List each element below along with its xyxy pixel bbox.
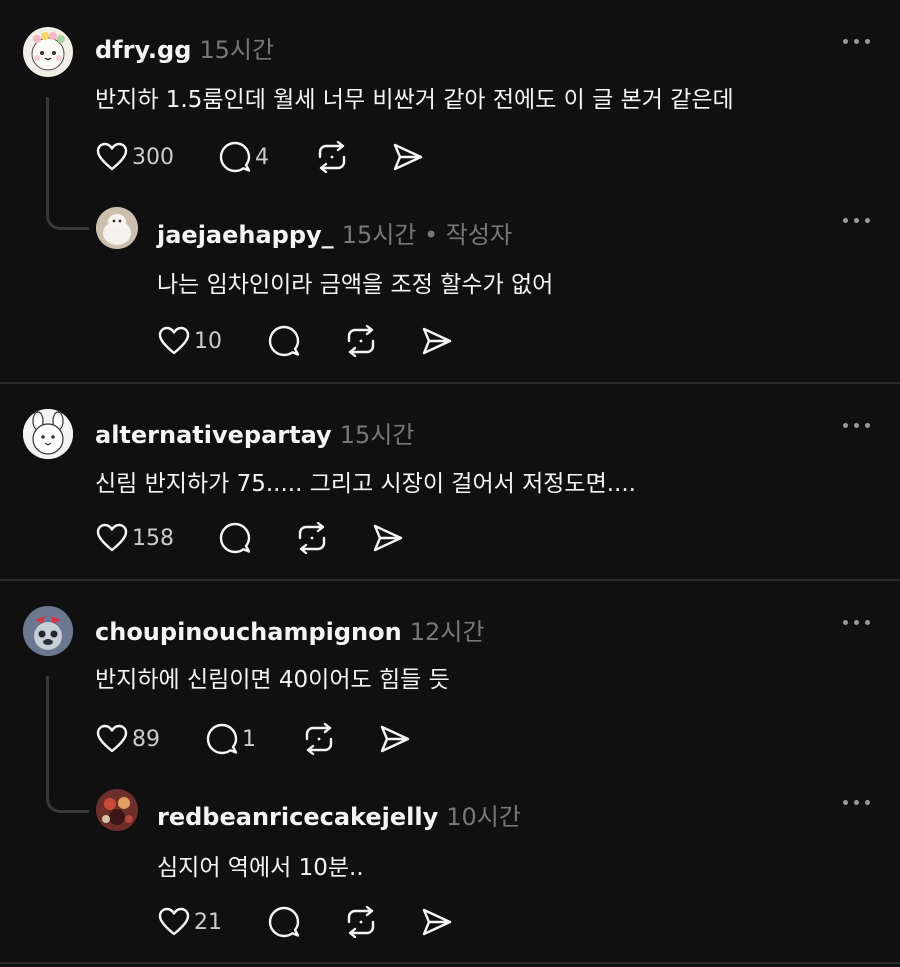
comment-text: 반지하 1.5룸인데 월세 너무 비싼거 같아 전에도 이 글 본거 같은데 bbox=[95, 87, 734, 113]
more-icon[interactable] bbox=[843, 36, 873, 46]
comment-icon bbox=[268, 325, 300, 357]
share-icon bbox=[373, 524, 403, 552]
share-icon bbox=[422, 327, 452, 355]
repost-icon bbox=[347, 325, 375, 357]
divider bbox=[0, 382, 900, 384]
comment-icon bbox=[219, 522, 251, 554]
heart-icon bbox=[158, 326, 190, 355]
thread-line bbox=[46, 676, 89, 813]
comment-username[interactable]: choupinouchampignon 12시간 bbox=[95, 612, 484, 647]
avatar[interactable] bbox=[96, 207, 138, 249]
like-count: 21 bbox=[194, 909, 222, 935]
avatar-image bbox=[96, 207, 138, 249]
like-count: 300 bbox=[132, 144, 174, 170]
avatar[interactable] bbox=[96, 789, 138, 831]
more-icon[interactable] bbox=[843, 215, 873, 225]
avatar-image bbox=[96, 789, 138, 831]
repost-button[interactable] bbox=[295, 521, 329, 555]
repost-icon bbox=[318, 141, 346, 173]
comment-text: 반지하에 신림이면 40이어도 힘들 듯 bbox=[95, 667, 450, 693]
thread-line bbox=[46, 97, 89, 230]
more-icon[interactable] bbox=[843, 420, 873, 430]
like-button[interactable]: 10 bbox=[158, 324, 222, 358]
like-count: 10 bbox=[194, 328, 222, 354]
avatar-image bbox=[23, 409, 73, 459]
repost-button[interactable] bbox=[344, 324, 378, 358]
comment-icon bbox=[219, 141, 251, 173]
comment-username[interactable]: alternativepartay 15시간 bbox=[95, 415, 414, 450]
heart-icon bbox=[96, 523, 128, 552]
comment-time: 15시간 bbox=[199, 36, 275, 64]
avatar[interactable] bbox=[23, 606, 73, 656]
comment-time: 15시간 bbox=[341, 221, 417, 249]
divider bbox=[0, 962, 900, 964]
reply-count: 1 bbox=[242, 726, 256, 752]
reply-button[interactable] bbox=[219, 521, 251, 555]
avatar[interactable] bbox=[23, 409, 73, 459]
share-icon bbox=[393, 143, 423, 171]
divider bbox=[0, 579, 900, 581]
heart-icon bbox=[96, 142, 128, 171]
share-button[interactable] bbox=[379, 722, 411, 756]
avatar-image bbox=[31, 32, 65, 71]
heart-icon bbox=[96, 724, 128, 753]
username-text[interactable]: jaejaehappy_ bbox=[157, 221, 334, 249]
repost-button[interactable] bbox=[344, 905, 378, 939]
share-button[interactable] bbox=[421, 905, 453, 939]
comment-time: 12시간 bbox=[409, 618, 485, 646]
repost-icon bbox=[298, 522, 326, 554]
share-button[interactable] bbox=[421, 324, 453, 358]
comment-username[interactable]: jaejaehappy_ 15시간 • 작성자 bbox=[157, 215, 512, 250]
repost-button[interactable] bbox=[315, 140, 349, 174]
share-icon bbox=[422, 908, 452, 936]
reply-count: 4 bbox=[255, 144, 269, 170]
like-count: 158 bbox=[132, 525, 174, 551]
reply-button[interactable]: 4 bbox=[219, 140, 269, 174]
comment-time: 10시간 bbox=[446, 803, 521, 831]
repost-button[interactable] bbox=[302, 722, 336, 756]
comment-username[interactable]: redbeanricecakejelly 10시간 bbox=[157, 797, 521, 832]
reply-button[interactable] bbox=[268, 905, 300, 939]
like-button[interactable]: 89 bbox=[96, 722, 160, 756]
like-button[interactable]: 158 bbox=[96, 521, 174, 555]
like-button[interactable]: 21 bbox=[158, 905, 222, 939]
reply-button[interactable] bbox=[268, 324, 300, 358]
comment-username[interactable]: dfry.gg 15시간 bbox=[95, 30, 274, 65]
author-badge: • 작성자 bbox=[416, 221, 513, 249]
username-text[interactable]: choupinouchampignon bbox=[95, 618, 402, 646]
repost-icon bbox=[305, 723, 333, 755]
share-button[interactable] bbox=[372, 521, 404, 555]
comment-icon bbox=[206, 723, 238, 755]
avatar-image bbox=[23, 606, 73, 656]
comment-text: 신림 반지하가 75..... 그리고 시장이 걸어서 저정도면.... bbox=[95, 471, 636, 497]
comment-text: 심지어 역에서 10분.. bbox=[157, 855, 364, 881]
share-button[interactable] bbox=[392, 140, 424, 174]
username-text[interactable]: alternativepartay bbox=[95, 421, 332, 449]
share-icon bbox=[380, 725, 410, 753]
username-text[interactable]: redbeanricecakejelly bbox=[157, 803, 438, 831]
like-count: 89 bbox=[132, 726, 160, 752]
username-text[interactable]: dfry.gg bbox=[95, 36, 191, 64]
reply-button[interactable]: 1 bbox=[206, 722, 256, 756]
more-icon[interactable] bbox=[843, 617, 873, 627]
avatar[interactable] bbox=[23, 27, 73, 77]
repost-icon bbox=[347, 906, 375, 938]
comment-time: 15시간 bbox=[339, 421, 415, 449]
comment-text: 나는 임차인이라 금액을 조정 할수가 없어 bbox=[157, 272, 554, 298]
heart-icon bbox=[158, 907, 190, 936]
comment-icon bbox=[268, 906, 300, 938]
like-button[interactable]: 300 bbox=[96, 140, 174, 174]
more-icon[interactable] bbox=[843, 797, 873, 807]
